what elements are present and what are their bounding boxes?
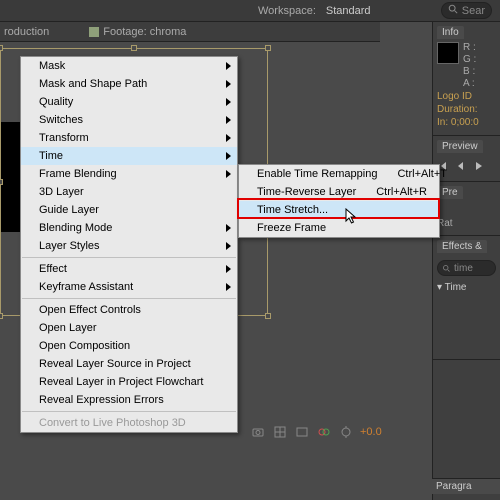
grid-icon[interactable]: [272, 424, 288, 440]
menu-quality[interactable]: Quality: [21, 93, 237, 111]
menu-separator: [22, 411, 236, 412]
menu-open-layer[interactable]: Open Layer: [21, 319, 237, 337]
submenu-arrow-icon: [226, 80, 231, 88]
menu-effect[interactable]: Effect: [21, 260, 237, 278]
submenu-arrow-icon: [226, 170, 231, 178]
submenu-arrow-icon: [226, 283, 231, 291]
document-tabs: roduction Footage: chroma: [0, 22, 380, 42]
menu-guide-layer[interactable]: Guide Layer: [21, 201, 237, 219]
workspace-dropdown[interactable]: Standard: [326, 5, 371, 17]
info-panel-tab[interactable]: Info: [437, 26, 464, 39]
menu-layer-styles[interactable]: Layer Styles: [21, 237, 237, 255]
search-icon: [448, 4, 458, 17]
mouse-cursor-icon: [345, 208, 359, 226]
preview-panel-tab[interactable]: Preview: [437, 140, 483, 153]
resize-handle-tr[interactable]: [265, 45, 271, 51]
submenu-arrow-icon: [226, 152, 231, 160]
menu-time-reverse-layer[interactable]: Time-Reverse LayerCtrl+Alt+R: [239, 183, 439, 201]
menu-transform[interactable]: Transform: [21, 129, 237, 147]
submenu-arrow-icon: [226, 116, 231, 124]
time-submenu[interactable]: Enable Time RemappingCtrl+Alt+T Time-Rev…: [238, 164, 440, 238]
tab-footage[interactable]: Footage: chroma: [89, 26, 186, 38]
channels-icon[interactable]: [316, 424, 332, 440]
presets-panel-tab[interactable]: Pre: [437, 186, 463, 199]
exposure-value[interactable]: +0.0: [360, 426, 382, 438]
menu-switches[interactable]: Switches: [21, 111, 237, 129]
menu-separator: [22, 257, 236, 258]
prev-frame-icon[interactable]: [455, 160, 467, 175]
layer-info: Logo ID Duration: In: 0;00:0: [437, 90, 496, 129]
resize-handle-tl[interactable]: [0, 45, 3, 51]
color-swatch: [437, 42, 459, 64]
menu-separator: [22, 298, 236, 299]
menu-freeze-frame[interactable]: Freeze Frame: [239, 219, 439, 237]
region-icon[interactable]: [294, 424, 310, 440]
help-search-input[interactable]: Sear: [441, 2, 492, 19]
menu-open-effect-controls[interactable]: Open Effect Controls: [21, 301, 237, 319]
rgba-readout: R : G : B : A :: [463, 42, 476, 90]
layer-context-menu[interactable]: Mask Mask and Shape Path Quality Switche…: [20, 56, 238, 433]
menu-open-composition[interactable]: Open Composition: [21, 337, 237, 355]
effects-group-time[interactable]: ▾ Time: [437, 282, 496, 293]
menu-convert-photoshop-3d: Convert to Live Photoshop 3D: [21, 414, 237, 432]
menu-time-stretch[interactable]: Time Stretch...: [239, 201, 439, 219]
viewer-controls: +0.0: [250, 424, 382, 440]
menu-reveal-expression-errors[interactable]: Reveal Expression Errors: [21, 391, 237, 409]
menu-mask[interactable]: Mask: [21, 57, 237, 75]
composition-icon: [89, 27, 99, 37]
menu-reveal-source[interactable]: Reveal Layer Source in Project: [21, 355, 237, 373]
effects-panel: Effects & time ▾ Time: [433, 236, 500, 360]
menu-reveal-flowchart[interactable]: Reveal Layer in Project Flowchart: [21, 373, 237, 391]
submenu-arrow-icon: [226, 265, 231, 273]
submenu-arrow-icon: [226, 242, 231, 250]
info-panel: Info R : G : B : A : Logo ID Duration: I…: [433, 22, 500, 136]
menu-blending-mode[interactable]: Blending Mode: [21, 219, 237, 237]
exposure-icon[interactable]: [338, 424, 354, 440]
submenu-arrow-icon: [226, 62, 231, 70]
menu-3d-layer[interactable]: 3D Layer: [21, 183, 237, 201]
submenu-arrow-icon: [226, 134, 231, 142]
effects-panel-tab[interactable]: Effects &: [437, 240, 487, 253]
menu-enable-time-remapping[interactable]: Enable Time RemappingCtrl+Alt+T: [239, 165, 439, 183]
resize-handle-tm[interactable]: [131, 45, 137, 51]
resize-handle-bl[interactable]: [0, 313, 3, 319]
play-icon[interactable]: [473, 160, 485, 175]
tab-production[interactable]: roduction: [4, 26, 49, 38]
workspace-label: Workspace:: [258, 5, 316, 17]
right-panel-column: Info R : G : B : A : Logo ID Duration: I…: [432, 22, 500, 500]
search-placeholder: Sear: [462, 5, 485, 17]
menu-mask-shape-path[interactable]: Mask and Shape Path: [21, 75, 237, 93]
effects-search-input[interactable]: time: [437, 260, 496, 276]
submenu-arrow-icon: [226, 98, 231, 106]
top-toolbar: Workspace: Standard Sear: [0, 0, 500, 22]
presets-panel: Pre Rat: [433, 182, 500, 236]
resize-handle-br[interactable]: [265, 313, 271, 319]
resize-handle-ml[interactable]: [0, 179, 3, 185]
paragraph-panel-tab[interactable]: Paragra: [432, 478, 500, 494]
snapshot-icon[interactable]: [250, 424, 266, 440]
menu-frame-blending[interactable]: Frame Blending: [21, 165, 237, 183]
submenu-arrow-icon: [226, 224, 231, 232]
menu-time[interactable]: Time: [21, 147, 237, 165]
menu-keyframe-assistant[interactable]: Keyframe Assistant: [21, 278, 237, 296]
